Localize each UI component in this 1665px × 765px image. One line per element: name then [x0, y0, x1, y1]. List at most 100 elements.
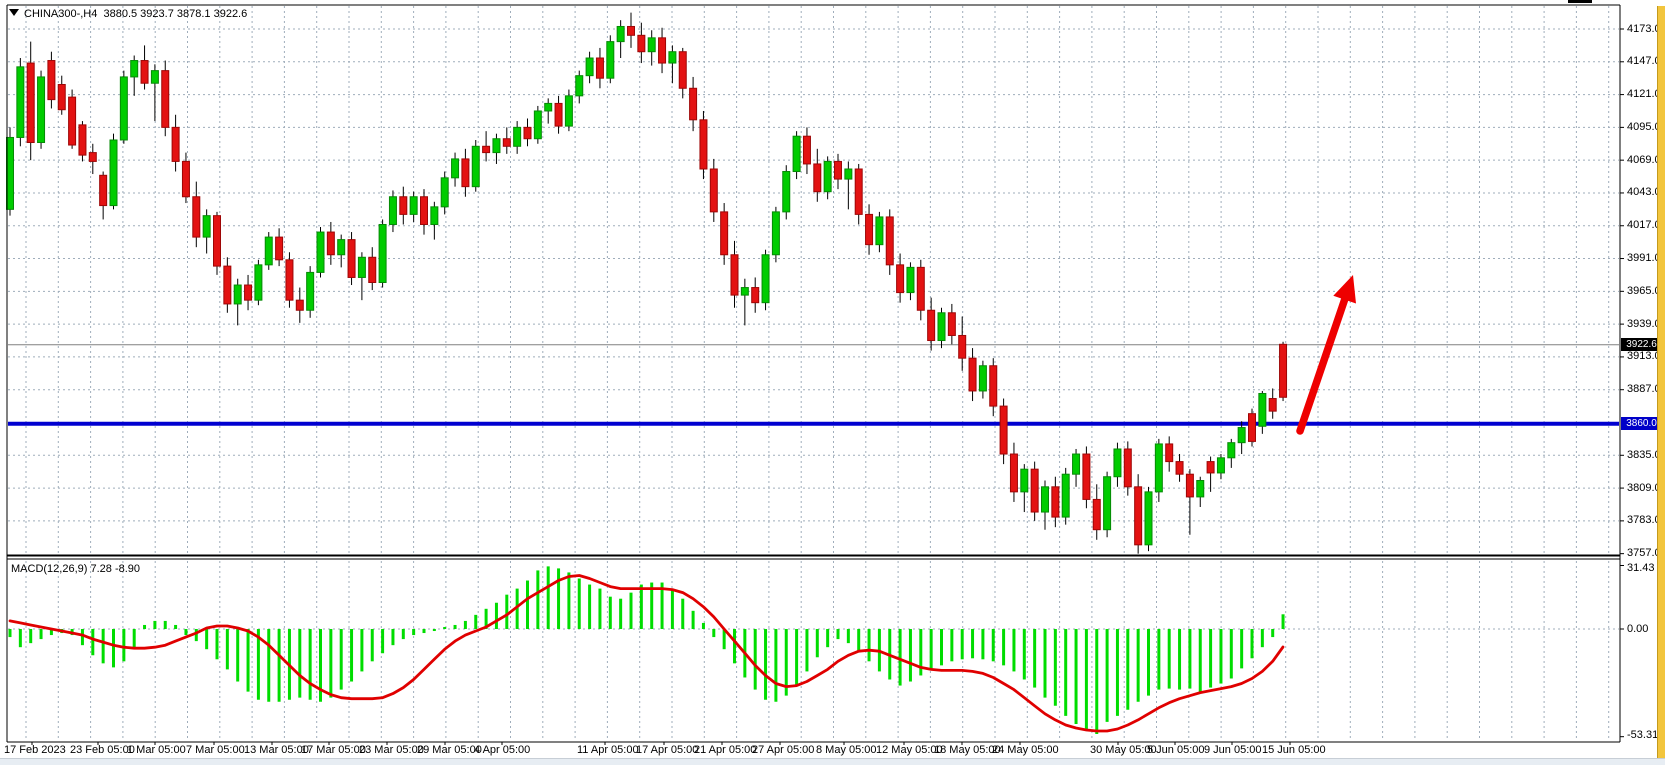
candle-body [17, 67, 24, 138]
candle-body [1145, 492, 1152, 545]
candle-body [286, 260, 293, 300]
candle-body [255, 265, 262, 300]
candle-body [421, 197, 428, 225]
candle-body [628, 26, 635, 35]
chart-canvas[interactable] [0, 0, 1665, 765]
price-axis-label: 4121.0 [1627, 88, 1661, 101]
candle-body [1238, 428, 1245, 443]
candle-body [348, 240, 355, 278]
candle-body [855, 169, 862, 214]
candle-body [1093, 499, 1100, 529]
candle-body [110, 140, 117, 206]
candle-body [659, 38, 666, 63]
candle-body [141, 61, 148, 84]
time-axis-label: 23 Feb 05:00 [70, 744, 135, 756]
candle-body [1052, 487, 1059, 517]
candle-body [876, 217, 883, 245]
hline-price-badge: 3860.0 [1621, 417, 1662, 430]
candle-body [907, 267, 914, 292]
candle-body [617, 26, 624, 41]
candle-body [317, 232, 324, 272]
macd-indicator-label: MACD(12,26,9) 7.28 -8.90 [11, 563, 140, 575]
time-axis-label: 12 May 05:00 [876, 744, 943, 756]
candle-body [296, 300, 303, 310]
time-axis-label: 24 May 05:00 [992, 744, 1059, 756]
time-axis-label: 23 Mar 05:00 [359, 744, 424, 756]
candle-body [1197, 481, 1204, 497]
candle-body [1280, 344, 1287, 397]
candle-body [1166, 444, 1173, 462]
candle-body [772, 212, 779, 255]
trend-arrow-head[interactable] [1333, 275, 1356, 304]
time-axis-label: 18 May 05:00 [934, 744, 1001, 756]
candle-body [524, 127, 531, 138]
candle-body [1155, 444, 1162, 492]
candle-body [38, 77, 45, 143]
candle-body [1249, 414, 1256, 442]
candle-body [358, 257, 365, 277]
candle-body [503, 139, 510, 147]
time-axis-label: 8 May 05:00 [816, 744, 877, 756]
candle-body [534, 111, 541, 139]
window-bottom-strip [0, 758, 1665, 765]
candle-body [959, 335, 966, 358]
candle-body [824, 161, 831, 191]
candle-body [731, 255, 738, 295]
price-axis-label: 3991.0 [1627, 252, 1661, 265]
candle-body [1207, 462, 1214, 473]
candle-body [472, 146, 479, 186]
candle-body [1259, 393, 1266, 426]
time-axis-label: 17 Mar 05:00 [301, 744, 366, 756]
candle-body [700, 120, 707, 169]
symbol-period-label: CHINA300-,H4 [24, 8, 97, 20]
candle-body [162, 71, 169, 128]
candle-body [1186, 474, 1193, 497]
candle-body [752, 288, 759, 303]
price-axis-label: 3783.0 [1627, 514, 1661, 527]
candle-body [48, 61, 55, 100]
candle-body [493, 139, 500, 153]
candle-body [389, 197, 396, 225]
price-axis-label: 4173.0 [1627, 23, 1661, 36]
price-axis-label: 3965.0 [1627, 285, 1661, 298]
candle-body [741, 288, 748, 296]
chart-shift-marker[interactable] [1568, 0, 1592, 3]
time-axis-label: 7 Mar 05:00 [186, 744, 245, 756]
candle-body [441, 178, 448, 207]
candle-body [845, 169, 852, 179]
candle-body [100, 175, 107, 205]
time-axis-label: 4 Apr 05:00 [474, 744, 530, 756]
candle-body [214, 216, 221, 266]
candle-body [1010, 454, 1017, 492]
time-axis-label: 21 Apr 05:00 [694, 744, 756, 756]
candle-body [224, 266, 231, 304]
candle-body [1021, 469, 1028, 492]
candle-body [928, 310, 935, 340]
candle-body [555, 103, 562, 126]
candle-body [565, 96, 572, 126]
macd-axis-label: 0.00 [1627, 623, 1648, 636]
trading-chart-window: CHINA300-,H4 3880.5 3923.7 3878.1 3922.6… [0, 0, 1665, 765]
chart-title: CHINA300-,H4 3880.5 3923.7 3878.1 3922.6 [24, 8, 247, 20]
candle-body [58, 84, 65, 109]
candle-body [327, 232, 334, 255]
candle-body [89, 153, 96, 162]
candle-body [793, 136, 800, 171]
candle-body [586, 58, 593, 76]
candle-body [276, 237, 283, 260]
trend-arrow-shaft[interactable] [1300, 292, 1347, 431]
candle-body [151, 71, 158, 84]
candle-body [182, 161, 189, 196]
candle-body [803, 136, 810, 164]
candle-body [814, 164, 821, 192]
candle-body [1042, 487, 1049, 512]
symbol-dropdown-icon[interactable] [9, 9, 19, 16]
candle-body [514, 127, 521, 146]
candle-body [400, 197, 407, 215]
macd-axis-label: 31.43 [1627, 562, 1655, 575]
candle-body [990, 366, 997, 406]
candle-body [948, 313, 955, 336]
price-axis-label: 4017.0 [1627, 219, 1661, 232]
candle-body [1073, 454, 1080, 474]
price-axis-label: 3913.0 [1627, 350, 1661, 363]
